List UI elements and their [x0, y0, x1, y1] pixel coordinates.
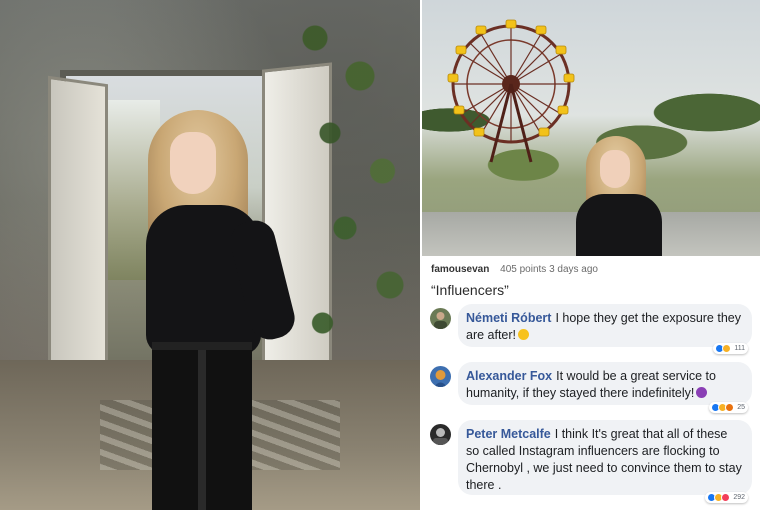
- haha-reaction-icon: [722, 344, 732, 353]
- reaction-summary[interactable]: 25: [709, 402, 748, 413]
- avatar-photo-icon: [430, 308, 451, 329]
- photo-ferris-wheel: [422, 0, 760, 256]
- post-username[interactable]: famousevan: [431, 264, 489, 275]
- comment-author[interactable]: Peter Metcalfe: [466, 427, 551, 441]
- comment-bubble: Alexander Fox It would be a great service…: [458, 362, 752, 405]
- black-jeans: [152, 345, 252, 510]
- post-meta: famousevan 405 points 3 days ago: [431, 264, 598, 275]
- love-reaction-icon: [721, 493, 731, 502]
- reaction-count: 111: [734, 345, 745, 352]
- photo-abandoned-building: [0, 0, 420, 510]
- ferris-wheel-icon: [447, 19, 575, 163]
- reaction-count: 25: [737, 404, 745, 411]
- smiley-face-emoji-icon: [518, 329, 530, 340]
- post-stats: 405 points 3 days ago: [500, 264, 598, 275]
- black-top: [576, 194, 662, 256]
- devil-face-emoji-icon: [696, 387, 708, 398]
- avatar[interactable]: [430, 308, 451, 329]
- angry-reaction-icon: [725, 403, 735, 412]
- comment: Alexander Fox It would be a great service…: [430, 362, 754, 414]
- avatar-photo-icon: [430, 424, 451, 445]
- face: [600, 150, 630, 188]
- comment-bubble: Németi Róbert I hope they get the exposur…: [458, 304, 752, 347]
- reaction-summary[interactable]: 111: [713, 343, 748, 354]
- comment-author[interactable]: Németi Róbert: [466, 311, 551, 325]
- woman-figure-right: [572, 136, 662, 256]
- post-title: “Influencers”: [431, 282, 509, 298]
- reaction-count: 292: [733, 494, 745, 501]
- comment-bubble: Peter Metcalfe I think It's great that al…: [458, 420, 752, 495]
- comment: Németi Róbert I hope they get the exposur…: [430, 304, 754, 354]
- comment-author[interactable]: Alexander Fox: [466, 369, 552, 383]
- comments-panel: famousevan 405 points 3 days ago “Influe…: [422, 256, 760, 510]
- avatar[interactable]: [430, 366, 451, 387]
- comment: Peter Metcalfe I think It's great that al…: [430, 420, 754, 504]
- woman-figure-left: [130, 110, 299, 510]
- face: [170, 132, 216, 194]
- avatar-photo-icon: [430, 366, 451, 387]
- avatar[interactable]: [430, 424, 451, 445]
- belt: [152, 342, 252, 350]
- reaction-summary[interactable]: 292: [705, 492, 748, 503]
